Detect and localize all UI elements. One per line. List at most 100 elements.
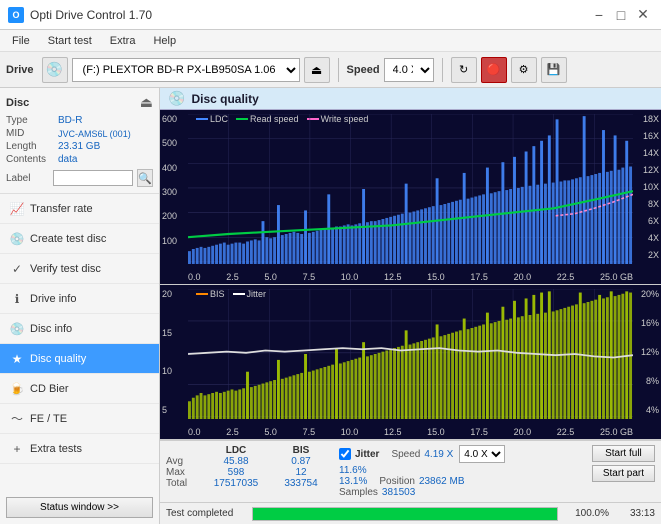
disc-eject-icon[interactable]: ⏏: [140, 94, 153, 111]
speed-value: 4.19 X: [424, 449, 453, 460]
start-part-button[interactable]: Start part: [592, 465, 655, 482]
speed-dropdown[interactable]: 4.0 X: [384, 58, 434, 82]
menu-file[interactable]: File: [4, 33, 38, 49]
disc-mid-value: JVC-AMS6L (001): [58, 129, 131, 139]
maximize-button[interactable]: □: [611, 5, 631, 25]
bis-col-header: BIS: [271, 445, 331, 456]
y-label: 5: [162, 405, 186, 415]
x-label: 12.5: [384, 427, 402, 437]
chart-bottom-container: BIS Jitter 20 15 10 5: [160, 285, 661, 440]
refresh-button[interactable]: ↻: [451, 57, 477, 83]
create-test-disc-icon: 💿: [10, 232, 24, 246]
x-label: 17.5: [470, 427, 488, 437]
y-label: 15: [162, 328, 186, 338]
progress-bar: [252, 507, 558, 521]
position-value: 23862 MB: [419, 476, 465, 487]
drive-section: 💿 (F:) PLEXTOR BD-R PX-LB950SA 1.06 ⏏: [42, 57, 330, 83]
menu-extra[interactable]: Extra: [102, 33, 144, 49]
stats-empty: [166, 445, 201, 456]
x-label: 15.0: [427, 272, 445, 282]
jitter-col-header: Jitter: [355, 449, 379, 460]
progress-bar-area: Test completed 100.0% 33:13: [160, 502, 661, 524]
menubar: File Start test Extra Help: [0, 30, 661, 52]
content-header-icon: 💿: [168, 90, 185, 107]
start-full-button[interactable]: Start full: [592, 445, 655, 462]
chart-bottom-svg: [188, 289, 633, 419]
disc-icon-btn[interactable]: 💿: [42, 57, 68, 83]
sidebar: Disc ⏏ Type BD-R MID JVC-AMS6L (001) Len…: [0, 88, 160, 524]
disc-type-value: BD-R: [58, 115, 82, 126]
eject-button[interactable]: ⏏: [304, 57, 330, 83]
disc-contents-label: Contents: [6, 154, 58, 165]
ldc-bis-stats: LDC BIS Avg 45.88 0.87 Max 598 12: [166, 445, 331, 489]
chart-top-inner: LDC Read speed Write speed 600: [160, 110, 661, 284]
chart-area: LDC Read speed Write speed 600: [160, 110, 661, 502]
disc-label-input[interactable]: [53, 170, 133, 186]
window-controls[interactable]: − □ ✕: [589, 5, 653, 25]
disc-quality-icon: ★: [10, 352, 24, 366]
total-label: Total: [166, 478, 201, 489]
y-label: 400: [162, 163, 186, 173]
nav-items: 📈 Transfer rate 💿 Create test disc ✓ Ver…: [0, 194, 159, 491]
ldc-col-header: LDC: [201, 445, 271, 456]
chart-top-plot: [188, 114, 633, 264]
toolbar: Drive 💿 (F:) PLEXTOR BD-R PX-LB950SA 1.0…: [0, 52, 661, 88]
minimize-button[interactable]: −: [589, 5, 609, 25]
status-window-button[interactable]: Status window >>: [6, 497, 153, 518]
jitter-checkbox[interactable]: [339, 448, 351, 460]
save-button[interactable]: 💾: [541, 57, 567, 83]
x-label: 5.0: [264, 272, 277, 282]
titlebar-left: O Opti Drive Control 1.70: [8, 7, 152, 23]
y-label: 20: [162, 289, 186, 299]
sidebar-item-extra-tests[interactable]: + Extra tests: [0, 434, 159, 464]
extra-tests-icon: +: [10, 442, 24, 456]
app-title: Opti Drive Control 1.70: [30, 8, 152, 22]
sidebar-item-verify-test-disc[interactable]: ✓ Verify test disc: [0, 254, 159, 284]
sidebar-item-cd-bier[interactable]: 🍺 CD Bier: [0, 374, 159, 404]
sidebar-item-disc-info[interactable]: 💿 Disc info: [0, 314, 159, 344]
max-label: Max: [166, 467, 201, 478]
disc-label-search-btn[interactable]: 🔍: [137, 169, 153, 187]
verify-test-disc-label: Verify test disc: [30, 263, 101, 275]
verify-test-disc-icon: ✓: [10, 262, 24, 276]
y-right-label: 12%: [635, 347, 659, 357]
transfer-rate-label: Transfer rate: [30, 203, 93, 215]
sidebar-item-drive-info[interactable]: ℹ Drive info: [0, 284, 159, 314]
y-right-label: 4%: [635, 405, 659, 415]
max-bis: 12: [271, 467, 331, 478]
disc-mid-label: MID: [6, 128, 58, 139]
x-label: 25.0 GB: [600, 272, 633, 282]
sidebar-item-disc-quality[interactable]: ★ Disc quality: [0, 344, 159, 374]
close-button[interactable]: ✕: [633, 5, 653, 25]
toolbar-separator-1: [338, 58, 339, 82]
transfer-rate-icon: 📈: [10, 202, 24, 216]
extra-tests-label: Extra tests: [30, 443, 82, 455]
menu-help[interactable]: Help: [145, 33, 184, 49]
y-label: 10: [162, 366, 186, 376]
cd-bier-icon: 🍺: [10, 382, 24, 396]
disc-section: Disc ⏏ Type BD-R MID JVC-AMS6L (001) Len…: [0, 88, 159, 194]
menu-start-test[interactable]: Start test: [40, 33, 100, 49]
disc-length-value: 23.31 GB: [58, 141, 100, 152]
avg-bis: 0.87: [271, 456, 331, 467]
y-label: 600: [162, 114, 186, 124]
disc-section-title: Disc: [6, 97, 29, 109]
drive-dropdown[interactable]: (F:) PLEXTOR BD-R PX-LB950SA 1.06: [72, 58, 300, 82]
sidebar-item-transfer-rate[interactable]: 📈 Transfer rate: [0, 194, 159, 224]
sidebar-item-fe-te[interactable]: 〜 FE / TE: [0, 404, 159, 434]
settings-button[interactable]: ⚙: [511, 57, 537, 83]
toolbar-separator-2: [442, 58, 443, 82]
y-right-label: 10X: [635, 182, 659, 192]
chart-bottom-y-left: 20 15 10 5: [160, 285, 188, 419]
status-text: Test completed: [166, 508, 246, 519]
x-label: 12.5: [384, 272, 402, 282]
speed-select[interactable]: 4.0 X: [459, 445, 505, 463]
x-label: 10.0: [341, 272, 359, 282]
x-label: 0.0: [188, 427, 201, 437]
sidebar-item-create-test-disc[interactable]: 💿 Create test disc: [0, 224, 159, 254]
content-header-title: Disc quality: [191, 92, 258, 106]
chart-bottom-inner: BIS Jitter 20 15 10 5: [160, 285, 661, 439]
max-ldc: 598: [201, 467, 271, 478]
disc-color-button[interactable]: 🔴: [481, 57, 507, 83]
disc-length-label: Length: [6, 141, 58, 152]
